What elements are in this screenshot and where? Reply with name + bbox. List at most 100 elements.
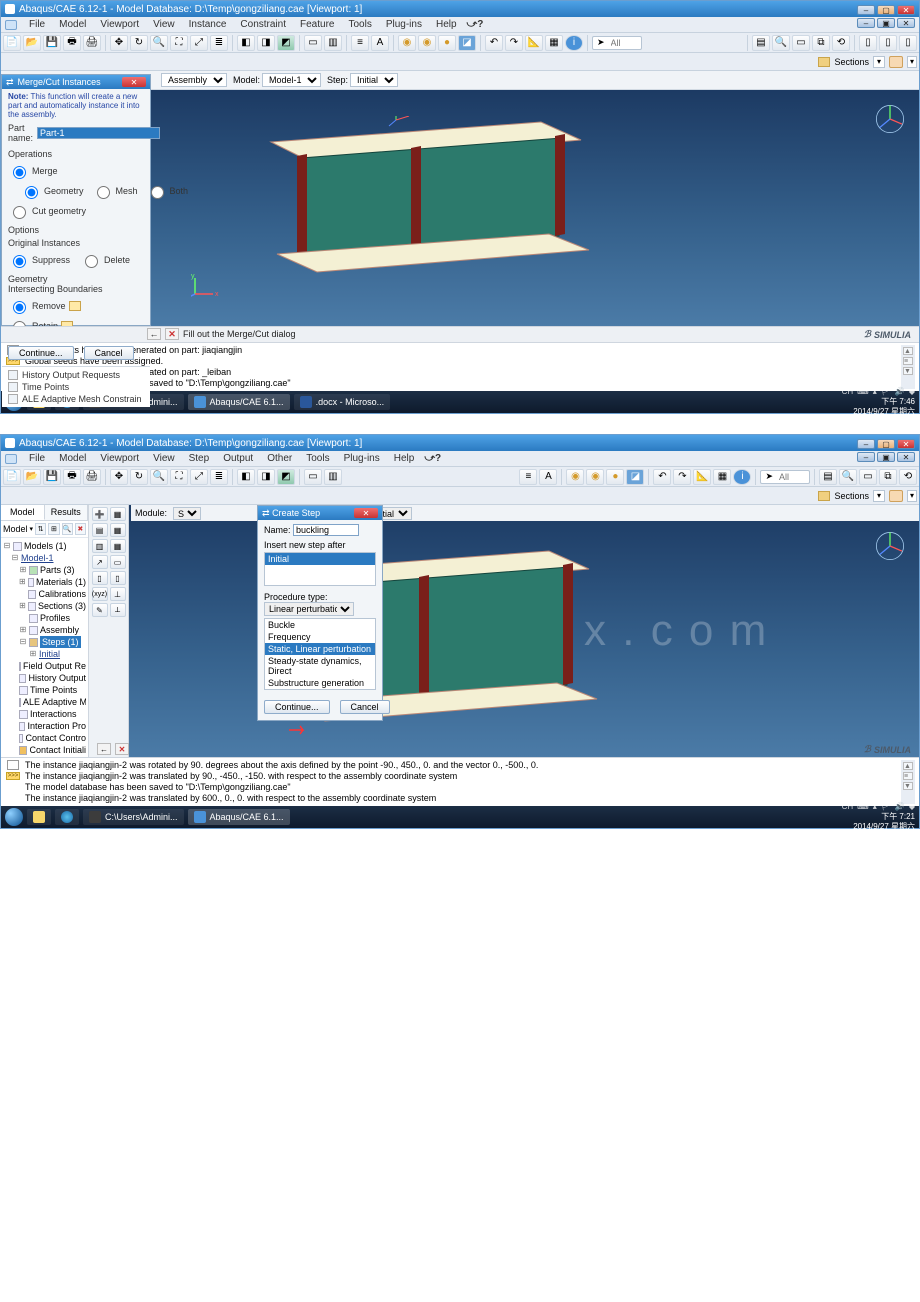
list-icon[interactable]: ≡ xyxy=(519,469,537,485)
tool-create-step[interactable]: ➕ xyxy=(92,507,108,521)
new-icon[interactable]: 📄 xyxy=(3,35,21,51)
continue-button[interactable]: Continue... xyxy=(264,700,330,714)
open-icon[interactable]: 📂 xyxy=(23,469,41,485)
module-combo[interactable]: St xyxy=(173,507,201,520)
tree-initial[interactable]: Initial xyxy=(39,648,60,660)
dialog-close-button[interactable]: ✕ xyxy=(122,77,146,87)
layer2-icon[interactable]: 🔍 xyxy=(772,35,790,51)
tree-time-points[interactable]: Time Points xyxy=(8,381,144,393)
task-browser[interactable] xyxy=(55,809,79,825)
rotate-icon[interactable]: ↻ xyxy=(130,35,148,51)
menu-tools[interactable]: Tools xyxy=(342,18,377,31)
menu-file[interactable]: File xyxy=(23,18,51,31)
max-button[interactable]: ▢ xyxy=(877,5,895,15)
model-combo[interactable]: Model-1 xyxy=(262,73,321,87)
insert-opt-initial[interactable]: Initial xyxy=(265,553,375,565)
tool-f[interactable]: ⊥ xyxy=(110,587,126,601)
info-icon[interactable]: i xyxy=(565,35,583,51)
suppress-radio[interactable] xyxy=(13,255,26,268)
close-button[interactable]: ✕ xyxy=(897,439,915,449)
zoom-icon[interactable]: 🔍 xyxy=(150,469,168,485)
color-pick-icon[interactable]: ◪ xyxy=(626,469,644,485)
shade2-icon[interactable]: ◨ xyxy=(257,35,275,51)
menu-file[interactable]: File xyxy=(23,452,51,465)
taskbar-clock[interactable]: CH⌨▴🏳🔊◆ 下午 7:462014/9/27 星期六 xyxy=(836,387,915,417)
open-icon[interactable]: 📂 xyxy=(23,35,41,51)
menu-bar[interactable]: File Model Viewport View Step Output Oth… xyxy=(1,451,919,467)
print-icon[interactable]: 🖶 xyxy=(63,469,81,485)
task-folder[interactable]: C:\Users\Admini... xyxy=(83,809,184,825)
tool-field[interactable]: ▤ xyxy=(92,523,108,537)
menu-view[interactable]: View xyxy=(147,18,181,31)
menu-bar[interactable]: File Model Viewport View Instance Constr… xyxy=(1,17,919,33)
zoom-box-icon[interactable]: ⛶ xyxy=(170,35,188,51)
zoom-box-icon[interactable]: ⛶ xyxy=(170,469,188,485)
tool-e[interactable]: (xyz) xyxy=(92,587,108,601)
persp2-icon[interactable]: ▥ xyxy=(324,469,342,485)
task-word[interactable]: .docx - Microso... xyxy=(294,394,391,410)
tree-history-output[interactable]: History Output Requests xyxy=(8,369,144,381)
continue-button[interactable]: Continue... xyxy=(8,346,74,360)
filter-input[interactable] xyxy=(777,471,805,483)
mdi-restore-button[interactable]: ▣ xyxy=(877,452,895,462)
persp-icon[interactable]: ▭ xyxy=(304,469,322,485)
save-icon[interactable]: 💾 xyxy=(43,35,61,51)
mdi-close-button[interactable]: ✕ xyxy=(897,18,915,28)
tool-field-mgr[interactable]: ▦ xyxy=(110,523,126,537)
views-icon[interactable]: ≣ xyxy=(210,469,228,485)
start-orb[interactable] xyxy=(5,808,23,826)
vp3-icon[interactable]: ▯ xyxy=(899,35,917,51)
tree-ale[interactable]: ALE Adaptive Mesh Constrain xyxy=(8,393,144,405)
log-scrollbar[interactable]: ▲≡▼ xyxy=(901,760,915,804)
persp2-icon[interactable]: ▥ xyxy=(324,35,342,51)
proc-opt-frequency[interactable]: Frequency xyxy=(265,631,375,643)
print-icon[interactable]: 🖶 xyxy=(63,35,81,51)
color3-icon[interactable]: ● xyxy=(438,35,456,51)
pan-icon[interactable]: ✥ xyxy=(110,35,128,51)
undo-icon[interactable]: ↶ xyxy=(485,35,503,51)
merge-radio[interactable] xyxy=(13,166,26,179)
font-icon[interactable]: A xyxy=(539,469,557,485)
layer2-icon[interactable]: 🔍 xyxy=(839,469,857,485)
selection-filter[interactable]: ➤ xyxy=(760,470,810,484)
tool-hist[interactable]: ▥ xyxy=(92,539,108,553)
log-scrollbar[interactable]: ▲≡▼ xyxy=(901,345,915,389)
menu-instance[interactable]: Instance xyxy=(183,18,233,31)
undo-icon[interactable]: ↶ xyxy=(653,469,671,485)
color1-icon[interactable]: ◉ xyxy=(398,35,416,51)
tool-b[interactable]: ▭ xyxy=(110,555,126,569)
sections-swatch-icon[interactable] xyxy=(889,490,903,502)
menu-help[interactable]: Help xyxy=(430,18,463,31)
tab-model[interactable]: Model xyxy=(1,505,45,520)
color2-icon[interactable]: ◉ xyxy=(418,35,436,51)
info-icon[interactable]: i xyxy=(733,469,751,485)
sections-swatch-icon[interactable] xyxy=(889,56,903,68)
max-button[interactable]: ▢ xyxy=(877,439,895,449)
shade3-icon[interactable]: ◩ xyxy=(277,469,295,485)
menu-step[interactable]: Step xyxy=(183,452,216,465)
mdi-close-button[interactable]: ✕ xyxy=(897,452,915,462)
proc-opt-substr[interactable]: Substructure generation xyxy=(265,677,375,689)
insert-after-list[interactable]: Initial xyxy=(264,552,376,586)
pan-icon[interactable]: ✥ xyxy=(110,469,128,485)
vp1-icon[interactable]: ▯ xyxy=(859,35,877,51)
menu-model[interactable]: Model xyxy=(53,18,92,31)
zoom-icon[interactable]: 🔍 xyxy=(150,35,168,51)
sections-dd2[interactable]: ▾ xyxy=(907,490,917,502)
redo-icon[interactable]: ↷ xyxy=(505,35,523,51)
context-help-icon[interactable]: ⤻? xyxy=(467,19,484,30)
cancel-button[interactable]: Cancel xyxy=(84,346,134,360)
tree-steps-selected[interactable]: Steps (1) xyxy=(40,636,81,648)
mesh-radio[interactable] xyxy=(97,186,110,199)
menu-constraint[interactable]: Constraint xyxy=(234,18,292,31)
fit-icon[interactable]: ⤢ xyxy=(190,35,208,51)
redo-icon[interactable]: ↷ xyxy=(673,469,691,485)
shade3-icon[interactable]: ◩ xyxy=(277,35,295,51)
layer3-icon[interactable]: ▭ xyxy=(792,35,810,51)
save-icon[interactable]: 💾 xyxy=(43,469,61,485)
tree-btn3[interactable]: 🔍 xyxy=(62,523,73,535)
prompt-back-button[interactable]: ← xyxy=(147,328,161,340)
menu-model[interactable]: Model xyxy=(53,452,92,465)
geometry-radio[interactable] xyxy=(25,186,38,199)
cutgeom-radio[interactable] xyxy=(13,206,26,219)
